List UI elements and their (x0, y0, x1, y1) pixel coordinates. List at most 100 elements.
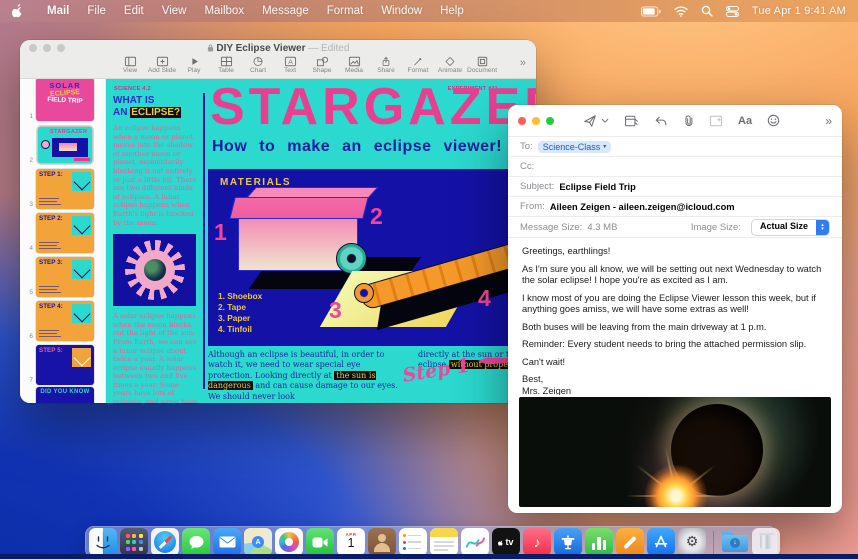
dock-settings[interactable]: ⚙ (678, 528, 706, 556)
mail-compose-window: Aa » To: Science-Class▾ Cc: Subject: Ecli… (508, 105, 842, 513)
slide-thumbnail-5[interactable]: STEP 3: (36, 257, 94, 297)
slide-number: 5 (20, 289, 36, 297)
menu-format[interactable]: Format (318, 5, 372, 17)
dock-trash[interactable] (752, 528, 780, 556)
control-center-icon[interactable] (726, 6, 739, 17)
message-body[interactable]: Greetings, earthlings!As I'm sure you al… (508, 238, 842, 395)
dock-appstore[interactable] (647, 528, 675, 556)
apple-menu-icon[interactable] (12, 4, 24, 18)
toolbar-chart-button[interactable]: Chart (242, 56, 274, 74)
appletv-icon: tv (492, 528, 520, 556)
dock-safari[interactable] (151, 528, 179, 556)
send-chevron-icon[interactable] (601, 118, 609, 124)
battery-icon[interactable] (641, 6, 661, 17)
subject-field[interactable]: Subject: Eclipse Field Trip (508, 176, 842, 196)
recipient-token[interactable]: Science-Class▾ (538, 141, 612, 153)
menu-window[interactable]: Window (372, 5, 431, 17)
emoji-icon[interactable] (767, 114, 780, 127)
image-size-dropdown[interactable]: Actual Size ▴▾ (751, 219, 830, 236)
toolbar-view-button[interactable]: View (114, 56, 146, 74)
slide-number: 1 (20, 113, 36, 121)
materials-panel: MATERIALS 1 2 3 4 1. Shoebox2. Tape3. Pa… (208, 169, 524, 346)
menu-mail[interactable]: Mail (38, 5, 78, 17)
toolbar-add-slide-button[interactable]: Add Slide (146, 56, 178, 74)
to-field[interactable]: To: Science-Class▾ (508, 136, 842, 156)
dock-photos[interactable] (275, 528, 303, 556)
mail-icon (213, 528, 241, 556)
dock-calendar[interactable]: APR1 (337, 528, 365, 556)
toolbar-text-button[interactable]: AText (274, 56, 306, 74)
body-paragraph: As I'm sure you all know, we will be set… (522, 264, 828, 287)
dock-reminders[interactable] (399, 528, 427, 556)
toolbar-shape-button[interactable]: Shape (306, 56, 338, 74)
dock-pages[interactable] (616, 528, 644, 556)
dock-messages[interactable] (182, 528, 210, 556)
dock-keynote[interactable] (554, 528, 582, 556)
slide-thumbnail-row: 8DID YOU KNOW (20, 389, 105, 403)
search-icon[interactable] (701, 5, 713, 17)
toolbar-share-button[interactable]: Share (370, 56, 402, 74)
dock-music[interactable]: ♪ (523, 528, 551, 556)
dock-facetime[interactable] (306, 528, 334, 556)
toolbar-document-button[interactable]: Document (466, 56, 498, 74)
toolbar-media-button[interactable]: Media (338, 56, 370, 74)
stepper-icon: ▴▾ (816, 220, 829, 235)
wifi-icon[interactable] (674, 6, 688, 17)
dock-mail[interactable] (213, 528, 241, 556)
downloads-icon: ↓ (721, 528, 749, 556)
slide-thumbnail-row: 1SOLARECLIPSEFIELD TRIP (20, 81, 105, 121)
send-icon[interactable] (583, 114, 597, 128)
mail-window-controls[interactable] (518, 117, 554, 125)
slide-thumbnail-6[interactable]: STEP 4: (36, 301, 94, 341)
toolbar-more-button[interactable]: » (520, 56, 526, 70)
dock-finder[interactable] (89, 528, 117, 556)
slide-thumbnail-8[interactable]: DID YOU KNOW (36, 387, 94, 403)
slide-thumbnail-4[interactable]: STEP 2: (36, 213, 94, 253)
slide-thumbnail-2[interactable]: STARGAZER (38, 127, 92, 163)
minimize-button[interactable] (532, 117, 540, 125)
messages-icon (182, 528, 210, 556)
launchpad-icon (120, 528, 148, 556)
reply-icon[interactable] (654, 115, 668, 127)
dock-notes[interactable] (430, 528, 458, 556)
maps-icon: A (244, 528, 272, 556)
materials-list-item: 4. Tinfoil (218, 324, 262, 335)
dock-maps[interactable]: A (244, 528, 272, 556)
from-field[interactable]: From: Aileen Zeigen - aileen.zeigen@iclo… (508, 196, 842, 216)
close-button[interactable] (518, 117, 526, 125)
menu-message[interactable]: Message (253, 5, 318, 17)
toolbar-table-button[interactable]: Table (210, 56, 242, 74)
toolbar-play-button[interactable]: Play (178, 56, 210, 74)
dock-freeform[interactable] (461, 528, 489, 556)
dock-contacts[interactable] (368, 528, 396, 556)
toolbar-format-button[interactable]: Format (402, 56, 434, 74)
menu-view[interactable]: View (153, 5, 196, 17)
menu-file[interactable]: File (78, 5, 115, 17)
more-icon[interactable]: » (825, 114, 832, 128)
desktop: MailFileEditViewMailboxMessageFormatWind… (0, 0, 858, 559)
tinfoil-end (354, 283, 374, 303)
message-size-value: 4.3 MB (587, 222, 617, 233)
slide-thumbnail-1[interactable]: SOLARECLIPSEFIELD TRIP (36, 79, 94, 121)
menu-help[interactable]: Help (431, 5, 473, 17)
dock-launchpad[interactable] (120, 528, 148, 556)
slide-thumbnail-7[interactable]: STEP 5: (36, 345, 94, 385)
dock-appletv[interactable]: tv (492, 528, 520, 556)
materials-list-item: 1. Shoebox (218, 291, 262, 302)
cc-field[interactable]: Cc: (508, 156, 842, 176)
dock-numbers[interactable] (585, 528, 613, 556)
slide-thumbnail-3[interactable]: STEP 1: (36, 169, 94, 209)
zoom-button[interactable] (546, 117, 554, 125)
slide-canvas[interactable]: SCIENCE 4.2 EXPERIMENT #11 WHAT IS AN EC… (106, 79, 536, 403)
menu-clock[interactable]: Tue Apr 1 9:41 AM (752, 5, 846, 17)
toolbar-animate-button[interactable]: Animate (434, 56, 466, 74)
attach-icon[interactable] (683, 114, 694, 128)
dock-downloads[interactable]: ↓ (721, 528, 749, 556)
menu-edit[interactable]: Edit (115, 5, 153, 17)
eclipse-paragraph-2: A solar eclipse happens when the moon bl… (113, 312, 198, 403)
format-icon[interactable]: Aa (738, 115, 752, 127)
menu-mailbox[interactable]: Mailbox (195, 5, 253, 17)
warning-column-1: Although an eclipse is beautiful, in ord… (208, 350, 404, 402)
header-fields-icon[interactable] (624, 115, 639, 127)
science-tag: SCIENCE 4.2 (114, 86, 151, 92)
